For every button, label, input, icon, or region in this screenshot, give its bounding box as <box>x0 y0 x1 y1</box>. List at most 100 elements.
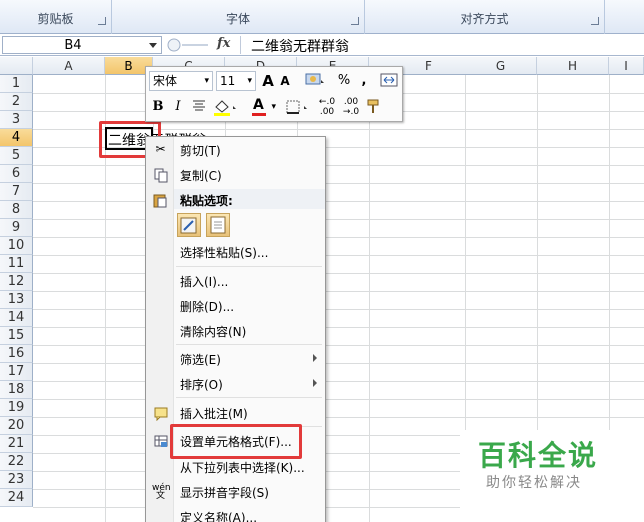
row-header[interactable]: 19 <box>0 399 33 417</box>
row-header[interactable]: 10 <box>0 237 33 255</box>
menu-item-clear-contents[interactable]: 清除内容(N) <box>146 320 325 342</box>
font-name-select[interactable]: 宋体 ▾ <box>149 71 213 91</box>
menu-item-delete[interactable]: 删除(D)... <box>146 295 325 317</box>
borders-icon <box>286 100 307 114</box>
fill-bucket-icon <box>214 100 236 116</box>
percent-style-button[interactable]: % <box>336 71 352 91</box>
menu-item-pick-from-list[interactable]: 从下拉列表中选择(K)... <box>146 456 325 478</box>
menu-item-label: 清除内容(N) <box>180 325 247 339</box>
row-header[interactable]: 2 <box>0 93 33 111</box>
row-header[interactable]: 23 <box>0 471 33 489</box>
column-header[interactable]: H <box>537 57 609 75</box>
menu-separator <box>176 397 322 398</box>
menu-item-label: 插入(I)... <box>180 275 229 289</box>
paste-icon <box>152 192 169 208</box>
menu-item-label: 排序(O) <box>180 378 223 392</box>
formula-bar-resize-handle[interactable] <box>164 37 212 53</box>
row-header[interactable]: 16 <box>0 345 33 363</box>
fill-color-button[interactable] <box>212 97 240 117</box>
row-header[interactable]: 21 <box>0 435 33 453</box>
row-header[interactable]: 24 <box>0 489 33 507</box>
font-color-button[interactable]: A ▾ <box>250 97 276 117</box>
row-header[interactable]: 13 <box>0 291 33 309</box>
scissors-icon: ✂ <box>155 142 166 156</box>
borders-button[interactable] <box>284 97 312 117</box>
row-header[interactable]: 9 <box>0 219 33 237</box>
menu-item-cut[interactable]: ✂ 剪切(T) <box>146 139 325 161</box>
formula-bar: B4 fx 二维翁无群群翁 <box>0 34 644 56</box>
ribbon-group-alignment: 对齐方式 <box>365 0 605 34</box>
ribbon-group-label: 对齐方式 <box>460 12 509 26</box>
dialog-launcher-icon[interactable] <box>351 17 359 25</box>
menu-separator <box>176 344 322 345</box>
insert-function-icon[interactable]: fx <box>217 36 230 51</box>
row-header[interactable]: 7 <box>0 183 33 201</box>
row-header[interactable]: 3 <box>0 111 33 129</box>
font-color-swatch <box>252 113 266 116</box>
menu-item-sort[interactable]: 排序(O) <box>146 373 325 395</box>
column-header[interactable]: A <box>33 57 105 75</box>
row-header[interactable]: 17 <box>0 363 33 381</box>
paste-options-header: 粘贴选项: <box>174 189 325 209</box>
menu-item-label: 从下拉列表中选择(K)... <box>180 461 305 475</box>
format-painter-button[interactable] <box>364 97 384 117</box>
menu-item-copy[interactable]: 复制(C) <box>146 164 325 186</box>
row-header[interactable]: 6 <box>0 165 33 183</box>
menu-item-filter[interactable]: 筛选(E) <box>146 348 325 370</box>
dialog-launcher-icon[interactable] <box>98 17 106 25</box>
row-header[interactable]: 12 <box>0 273 33 291</box>
context-menu: ✂ 剪切(T) 复制(C) 粘贴选项: 选择性粘贴(S)... 插入(I)...… <box>145 136 326 522</box>
row-header[interactable]: 1 <box>0 75 33 93</box>
format-painter-icon <box>367 99 379 113</box>
italic-button[interactable]: I <box>170 97 186 117</box>
row-header[interactable]: 20 <box>0 417 33 435</box>
row-header[interactable]: 18 <box>0 381 33 399</box>
grow-font-button[interactable]: A <box>260 71 276 91</box>
align-center-button[interactable] <box>190 97 208 117</box>
row-header[interactable]: 14 <box>0 309 33 327</box>
comma-style-button[interactable]: , <box>358 71 370 91</box>
paste-values-button[interactable] <box>206 213 230 237</box>
formula-content: 二维翁无群群翁 <box>251 39 349 55</box>
row-header[interactable]: 8 <box>0 201 33 219</box>
column-header[interactable]: I <box>609 57 644 75</box>
menu-item-label: 删除(D)... <box>180 300 235 314</box>
menu-item-insert[interactable]: 插入(I)... <box>146 270 325 292</box>
number-format-button[interactable] <box>302 71 328 91</box>
menu-separator <box>176 266 322 267</box>
submenu-arrow-icon <box>313 379 317 387</box>
row-header[interactable]: 11 <box>0 255 33 273</box>
copy-icon <box>152 167 169 183</box>
merge-center-button[interactable] <box>378 71 400 91</box>
formula-input[interactable]: 二维翁无群群翁 <box>240 36 644 55</box>
row-header[interactable]: 15 <box>0 327 33 345</box>
menu-item-define-name[interactable]: 定义名称(A)... <box>146 506 325 522</box>
paste-formatting-button[interactable] <box>177 213 201 237</box>
shrink-font-button[interactable]: A <box>278 71 292 91</box>
chevron-down-icon: ▾ <box>204 76 209 86</box>
menu-item-paste-special[interactable]: 选择性粘贴(S)... <box>146 241 325 263</box>
mini-toolbar: 宋体 ▾ 11 ▾ A A % , B I A ▾ ←.0 .00 .00 →.… <box>145 66 403 122</box>
increase-decimal-button[interactable]: ←.0 .00 <box>316 97 338 117</box>
comment-icon <box>152 405 169 422</box>
menu-item-label: 显示拼音字段(S) <box>180 486 269 500</box>
name-box[interactable]: B4 <box>2 36 162 54</box>
font-size-select[interactable]: 11 ▾ <box>216 71 256 91</box>
ribbon-group-font: 字体 <box>112 0 365 34</box>
menu-item-label: 定义名称(A)... <box>180 511 258 522</box>
row-header[interactable]: 5 <box>0 147 33 165</box>
menu-item-show-phonetic[interactable]: wén 文 显示拼音字段(S) <box>146 481 325 503</box>
chevron-down-icon[interactable] <box>149 43 157 48</box>
clipboard-icon <box>210 216 226 234</box>
decrease-decimal-button[interactable]: .00 →.0 <box>340 97 362 117</box>
bold-button[interactable]: B <box>150 97 166 117</box>
select-all-corner[interactable] <box>0 57 33 75</box>
dialog-launcher-icon[interactable] <box>591 17 599 25</box>
merge-cells-icon <box>380 73 398 87</box>
submenu-arrow-icon <box>313 354 317 362</box>
row-header[interactable]: 4 <box>0 129 33 147</box>
column-header[interactable]: G <box>465 57 537 75</box>
row-header[interactable]: 22 <box>0 453 33 471</box>
menu-item-insert-comment[interactable]: 插入批注(M) <box>146 402 325 424</box>
name-box-value: B4 <box>64 38 82 53</box>
